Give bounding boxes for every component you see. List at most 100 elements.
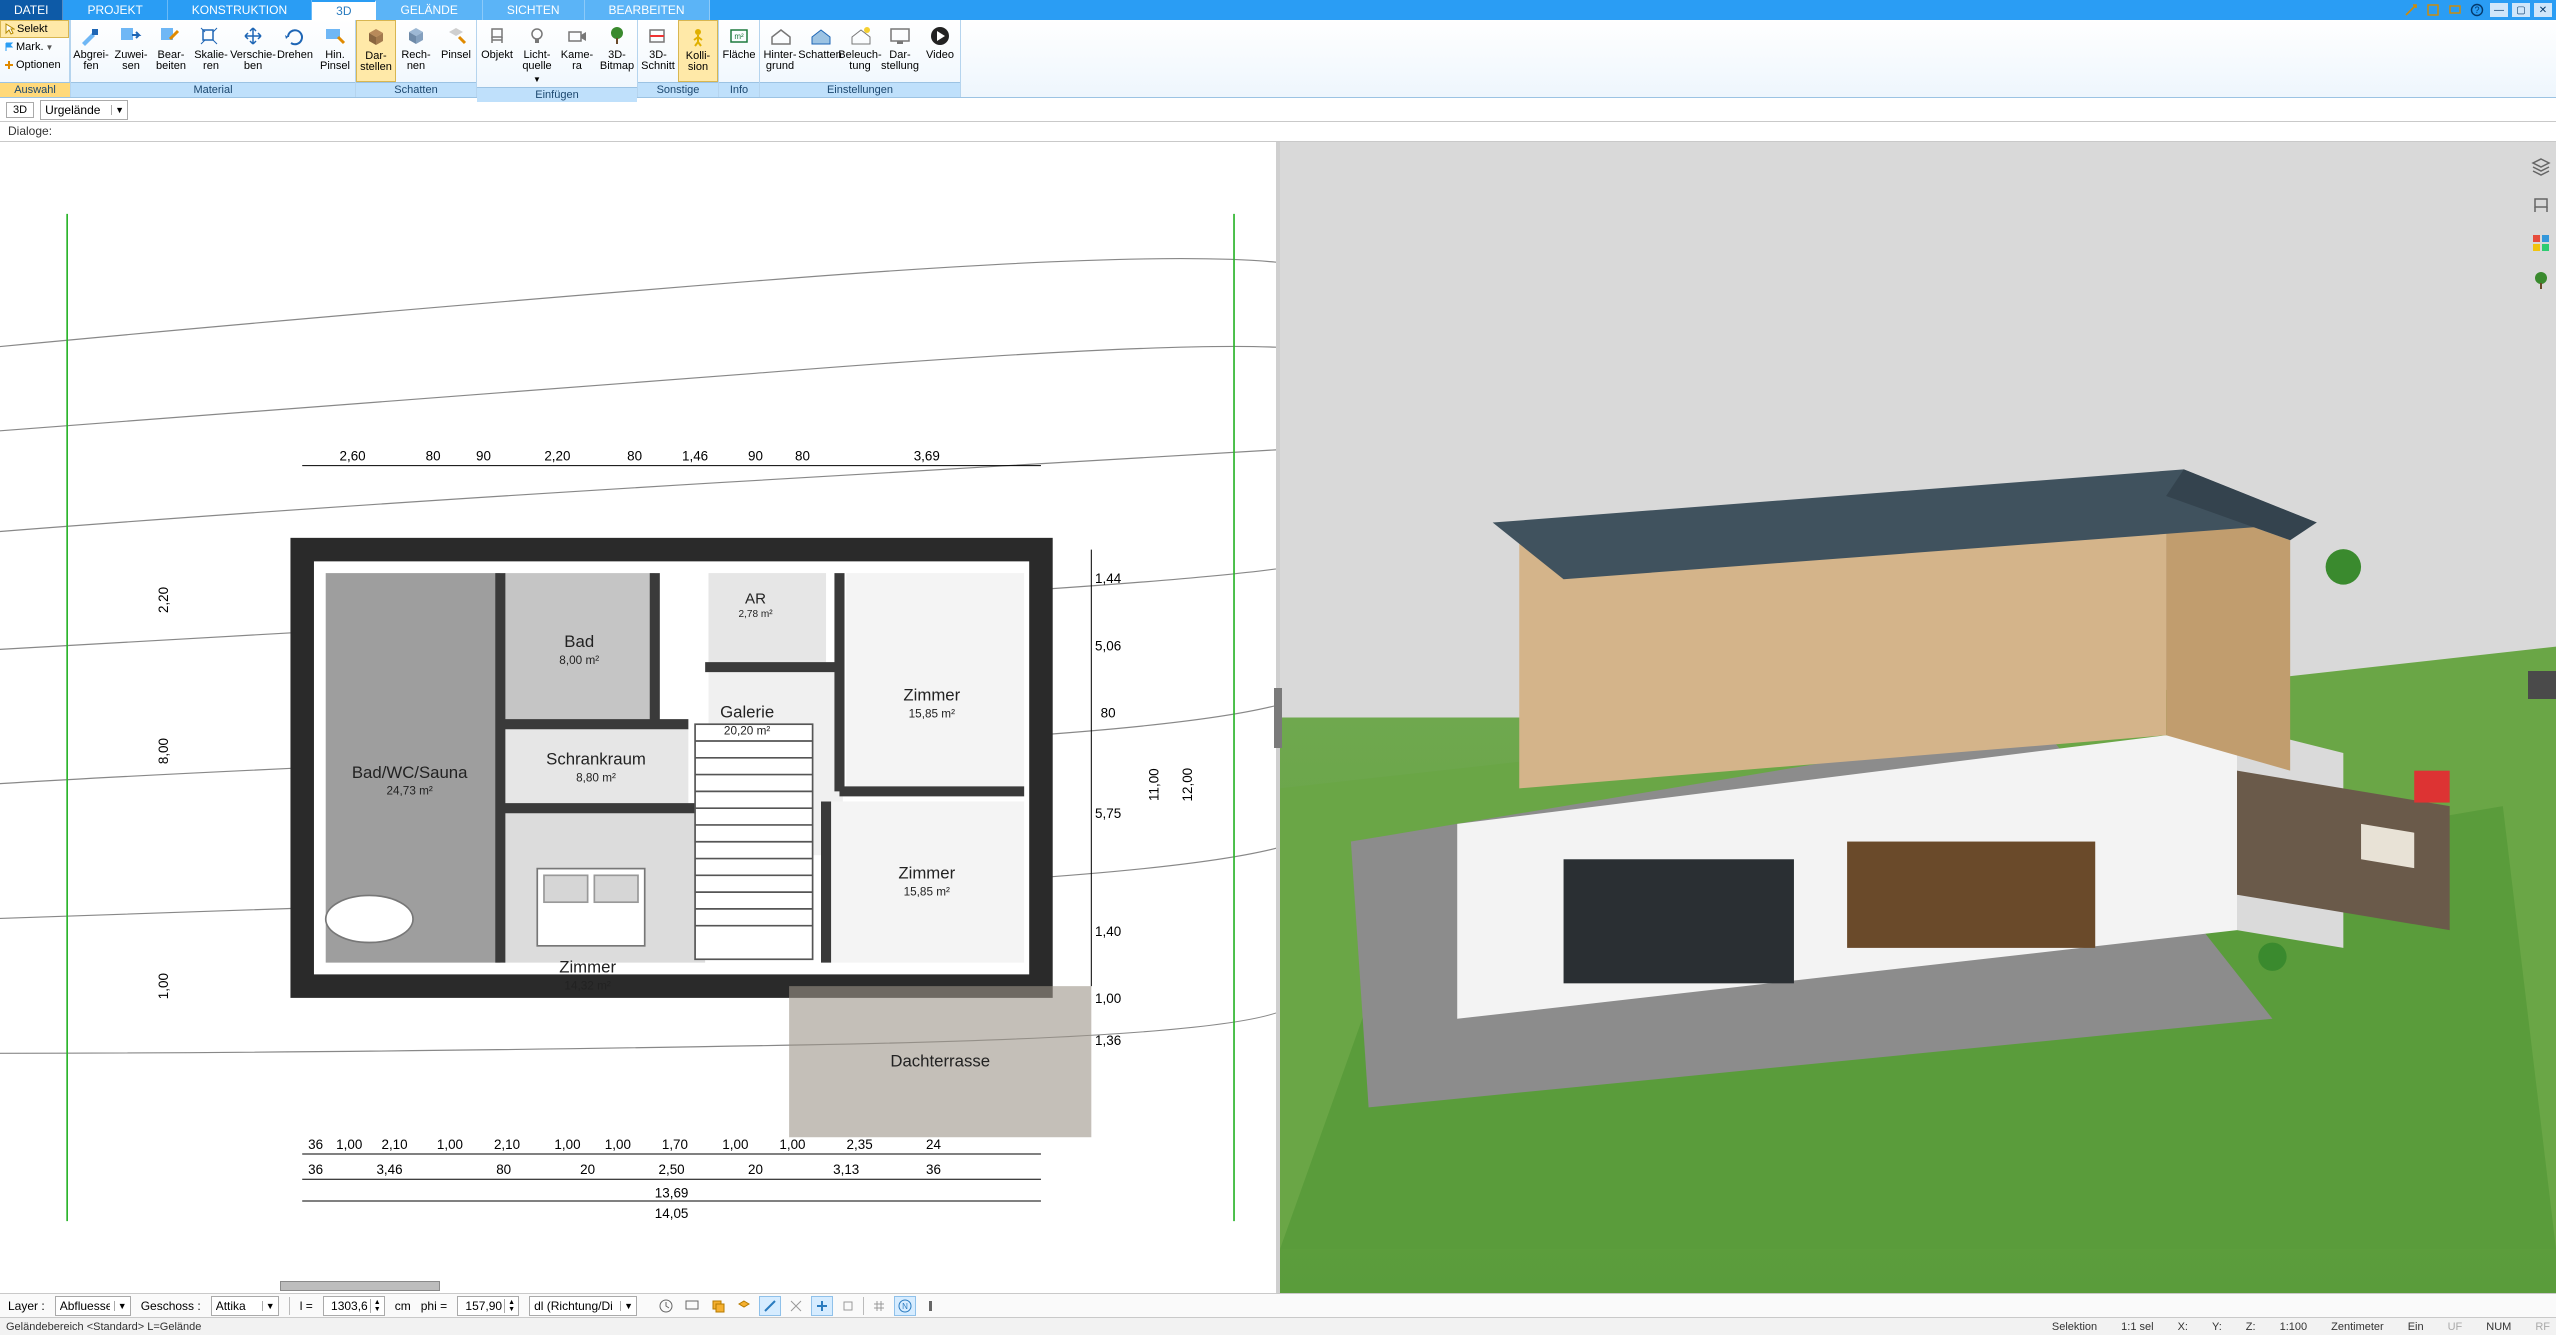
render-view[interactable]: [1280, 142, 2556, 1293]
stack-icon[interactable]: [707, 1296, 729, 1316]
l-input[interactable]: ▲▼: [323, 1296, 385, 1316]
status-ratio: 1:1 sel: [2121, 1321, 2153, 1333]
layers-icon[interactable]: [2530, 156, 2552, 178]
objekt-button[interactable]: Objekt: [477, 20, 517, 87]
svg-text:1,00: 1,00: [779, 1137, 805, 1152]
rechnen-button[interactable]: Rech- nen: [396, 20, 436, 82]
snap2-icon[interactable]: [785, 1296, 807, 1316]
snap3-icon[interactable]: [811, 1296, 833, 1316]
hintergrund-button[interactable]: Hinter- grund: [760, 20, 800, 82]
close-button[interactable]: ✕: [2534, 3, 2552, 17]
palette-icon[interactable]: [2530, 232, 2552, 254]
chevron-down-icon[interactable]: ▼: [262, 1301, 278, 1311]
chevron-down-icon[interactable]: ▼: [114, 1301, 130, 1311]
snap4-icon[interactable]: [837, 1296, 859, 1316]
tree-rail-icon[interactable]: [2530, 270, 2552, 292]
geschoss-value[interactable]: [212, 1299, 262, 1313]
group-schatten-label: Schatten: [356, 82, 476, 97]
bottom-toolbar: Layer : ▼ Geschoss : ▼ l = ▲▼ cm phi = ▲…: [0, 1293, 2556, 1317]
maximize-button[interactable]: ▢: [2512, 3, 2530, 17]
chevron-down-icon: ▼: [46, 43, 54, 52]
plan-view[interactable]: Bad 8,00 m² AR 2,78 m² Galerie 20,20 m² …: [0, 142, 1280, 1293]
grid-icon[interactable]: [868, 1296, 890, 1316]
darstellung-button[interactable]: Dar- stellung: [880, 20, 920, 82]
layers-small-icon[interactable]: [733, 1296, 755, 1316]
rbtn-label: Dar- stellen: [360, 51, 392, 73]
menu-projekt[interactable]: PROJEKT: [63, 0, 167, 20]
schatten-button[interactable]: Schatten: [800, 20, 840, 82]
svg-text:36: 36: [308, 1162, 323, 1177]
zuweisen-button[interactable]: Zuwei- sen: [111, 20, 151, 82]
flag-icon: [4, 42, 14, 52]
svg-text:?: ?: [2474, 5, 2479, 15]
brush-icon: [321, 24, 349, 48]
furniture-icon[interactable]: [2530, 194, 2552, 216]
rbtn-label: Dar- stellung: [881, 50, 919, 72]
snap1-icon[interactable]: [759, 1296, 781, 1316]
rail-expand-handle[interactable]: [2528, 671, 2556, 699]
menu-gelaende[interactable]: GELÄNDE: [376, 0, 482, 20]
video-button[interactable]: Video: [920, 20, 960, 82]
info-small-icon[interactable]: [920, 1296, 942, 1316]
svg-text:15,85 m²: 15,85 m²: [909, 708, 955, 721]
bearbeiten-button[interactable]: Bear- beiten: [151, 20, 191, 82]
north-icon[interactable]: N: [894, 1296, 916, 1316]
hinpinsel-button[interactable]: Hin. Pinsel: [315, 20, 355, 82]
flaeche-button[interactable]: m² Fläche: [719, 20, 759, 82]
phi-value[interactable]: [458, 1299, 504, 1313]
menu-3d[interactable]: 3D: [312, 0, 376, 20]
kamera-button[interactable]: Kame- ra: [557, 20, 597, 87]
drehen-button[interactable]: Drehen: [275, 20, 315, 82]
minimize-button[interactable]: —: [2490, 3, 2508, 17]
rbtn-label: Bear- beiten: [156, 50, 186, 72]
menu-bearbeiten[interactable]: BEARBEITEN: [585, 0, 710, 20]
svg-text:3,69: 3,69: [914, 449, 940, 464]
pinsel-button[interactable]: Pinsel: [436, 20, 476, 82]
menu-sichten[interactable]: SICHTEN: [483, 0, 585, 20]
svg-text:20: 20: [580, 1162, 595, 1177]
screen-icon[interactable]: [2446, 3, 2464, 17]
abgreifen-button[interactable]: Abgrei- fen: [71, 20, 111, 82]
mark-button[interactable]: Mark. ▼: [0, 38, 69, 56]
skalieren-button[interactable]: Skalie- ren: [191, 20, 231, 82]
tools-icon[interactable]: [2402, 3, 2420, 17]
splitter-handle[interactable]: [1274, 688, 1282, 748]
svg-text:1,00: 1,00: [437, 1137, 463, 1152]
darstellen-button[interactable]: Dar- stellen: [356, 20, 396, 82]
input-mode-select[interactable]: ▼: [529, 1296, 637, 1316]
terrain-select-value[interactable]: [41, 103, 111, 117]
menu-datei[interactable]: DATEI: [0, 0, 63, 20]
beleuchtung-button[interactable]: Beleuch- tung: [840, 20, 880, 82]
layer-value[interactable]: [56, 1299, 114, 1313]
plan-hscroll[interactable]: [280, 1281, 440, 1291]
layer-select[interactable]: ▼: [55, 1296, 131, 1316]
l-value[interactable]: [324, 1299, 370, 1313]
lichtquelle-button[interactable]: Licht- quelle▼: [517, 20, 557, 87]
chevron-down-icon[interactable]: ▼: [620, 1301, 636, 1311]
selekt-button[interactable]: Selekt: [0, 20, 69, 38]
kollision-button[interactable]: Kolli- sion: [678, 20, 718, 82]
phi-input[interactable]: ▲▼: [457, 1296, 519, 1316]
rbtn-label: Video: [926, 50, 954, 61]
group-schatten: Dar- stellen Rech- nen Pinsel Schatten: [356, 20, 477, 97]
mode-indicator[interactable]: 3D: [6, 102, 34, 118]
help-icon[interactable]: ?: [2468, 3, 2486, 17]
verschieben-button[interactable]: Verschie- ben: [231, 20, 275, 82]
schnitt-button[interactable]: 3D- Schnitt: [638, 20, 678, 82]
phi-label: phi =: [421, 1299, 447, 1313]
input-mode-value[interactable]: [530, 1299, 620, 1313]
monitor-small-icon[interactable]: [681, 1296, 703, 1316]
optionen-button[interactable]: Optionen: [0, 56, 69, 74]
chevron-down-icon[interactable]: ▼: [111, 105, 127, 115]
rbtn-label: Skalie- ren: [194, 50, 228, 72]
svg-text:80: 80: [627, 449, 642, 464]
clock-icon[interactable]: [655, 1296, 677, 1316]
geschoss-select[interactable]: ▼: [211, 1296, 279, 1316]
terrain-select[interactable]: ▼: [40, 100, 128, 120]
svg-text:m²: m²: [734, 32, 744, 41]
menu-konstruktion[interactable]: KONSTRUKTION: [168, 0, 312, 20]
window-icon[interactable]: [2424, 3, 2442, 17]
bitmap-button[interactable]: 3D- Bitmap: [597, 20, 637, 87]
svg-text:1,00: 1,00: [156, 973, 171, 999]
svg-text:1,00: 1,00: [605, 1137, 631, 1152]
